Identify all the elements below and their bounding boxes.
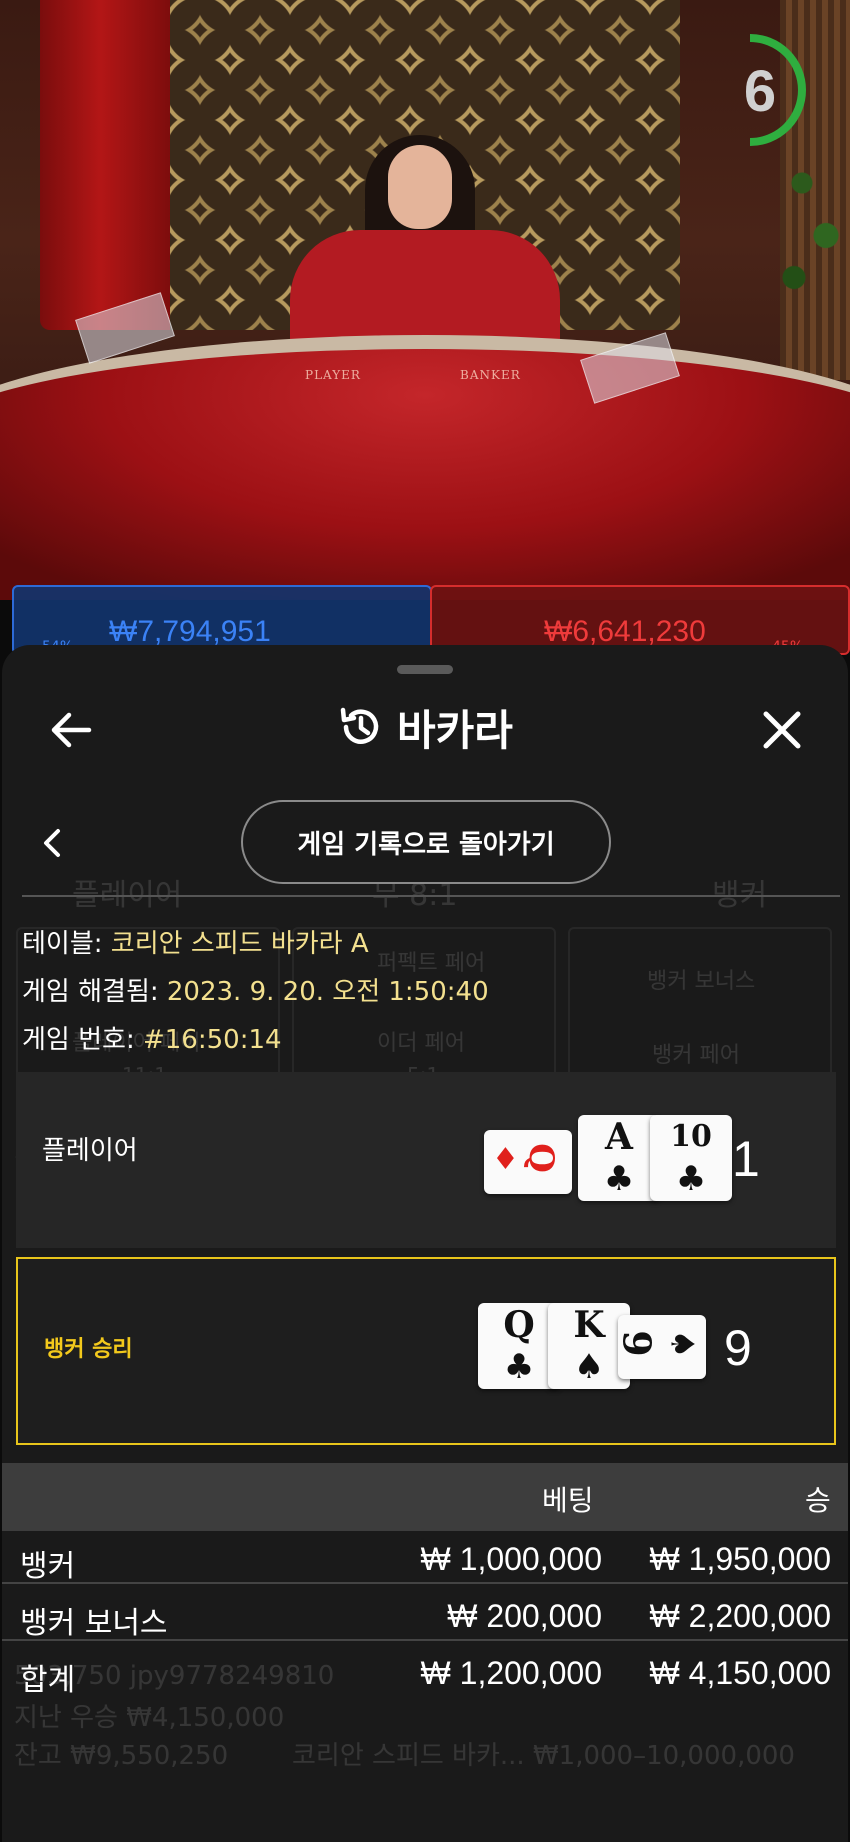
ghost-player: 플레이어 (72, 878, 183, 913)
card-rank: 9 (614, 1330, 660, 1357)
previous-chevron-button[interactable] (32, 823, 72, 863)
bet-row: 뱅커 ₩ 1,000,000 ₩ 1,950,000 (2, 1533, 848, 1589)
ghost-banker-pair: 뱅커 페어 (652, 1043, 740, 1068)
info-resolved-row: 게임 해결됨: 2023. 9. 20. 오전 1:50:40 (22, 971, 489, 1008)
player-hand-label: 플레이어 (42, 1136, 138, 1166)
card-rank: A (605, 1116, 633, 1158)
countdown-number: 6 (743, 59, 777, 124)
info-resolved-value: 2023. 9. 20. 오전 1:50:40 (166, 977, 489, 1007)
dealer-face (388, 145, 452, 229)
live-video-feed: PLAYER BANKER 6 (0, 0, 850, 600)
ghost-balance: 잔고 ₩9,550,250 (14, 1741, 229, 1771)
player-total: 1 (732, 1131, 760, 1187)
bet-row-label: 뱅커 (20, 1549, 76, 1584)
banker-win-label: 뱅커 승리 (44, 1337, 133, 1362)
banker-hand-row: 뱅커 승리 Q ♣ K ♠ 9 ♠ 9 (16, 1257, 836, 1445)
game-history-sheet: 플레이어 무 8:1 뱅커 플레이어 페어 11:1 퍼펙트 페어 이더 페어 … (2, 645, 848, 1842)
bets-table-header: 베팅 승 (2, 1463, 848, 1531)
dealer (290, 230, 560, 350)
bet-total-amount: ₩ 1,200,000 (420, 1655, 602, 1691)
close-button[interactable] (747, 695, 817, 765)
info-round-row: 게임 번호: #16:50:14 (22, 1019, 282, 1056)
card-suit: ♣ (675, 1159, 707, 1199)
divider (22, 895, 840, 897)
history-clock-icon (340, 707, 379, 744)
info-round-value: #16:50:14 (142, 1025, 282, 1055)
banker-total: 9 (724, 1320, 752, 1376)
bet-row: 뱅커 보너스 ₩ 200,000 ₩ 2,200,000 (2, 1590, 848, 1646)
card-suit: ♦ (492, 1142, 519, 1177)
table-label-player: PLAYER (305, 368, 361, 382)
chevron-left-icon (44, 829, 60, 857)
info-round-label: 게임 번호: (22, 1025, 135, 1055)
sheet-drag-handle[interactable] (397, 665, 453, 674)
sheet-header: 바카라 (2, 697, 848, 757)
ghost-box-right (568, 927, 832, 1087)
card-rank: 10 (670, 1119, 712, 1154)
baccarat-table (0, 335, 850, 600)
col-win-header: 승 (805, 1484, 831, 1517)
ghost-banker: 뱅커 (712, 878, 768, 913)
bet-total-row: 합계 ₩ 1,200,000 ₩ 4,150,000 (2, 1647, 848, 1703)
playing-card: A ♣ (578, 1115, 660, 1201)
ghost-table-limit: 코리안 스피드 바카... ₩1,000–10,000,000 (292, 1741, 795, 1771)
info-table-label: 테이블: (22, 929, 103, 959)
hanging-plant (770, 120, 850, 330)
card-rank: Q (520, 1143, 561, 1173)
playing-card: 10 ♣ (650, 1115, 732, 1201)
table-label-banker: BANKER (460, 368, 521, 382)
sheet-title: 바카라 (397, 705, 513, 755)
row-divider (2, 1582, 848, 1584)
back-to-history-button[interactable]: 게임 기록으로 돌아가기 (241, 800, 611, 884)
banker-bet-amount: ₩6,641,230 (544, 615, 706, 648)
ghost-banker-bonus: 뱅커 보너스 (647, 969, 756, 994)
bet-row-win: ₩ 1,950,000 (649, 1541, 831, 1577)
bet-row-win: ₩ 2,200,000 (649, 1598, 831, 1634)
info-table-row: 테이블: 코리안 스피드 바카라 A (22, 923, 369, 960)
player-bet-amount: ₩7,794,951 (109, 615, 271, 648)
bet-row-amount: ₩ 1,000,000 (420, 1541, 602, 1577)
ghost-either-pair: 이더 페어 (377, 1031, 465, 1056)
card-suit: ♠ (663, 1329, 702, 1359)
red-curtain (40, 0, 190, 330)
info-resolved-label: 게임 해결됨: (22, 977, 159, 1007)
info-table-value: 코리안 스피드 바카라 A (110, 929, 369, 959)
bet-row-label: 뱅커 보너스 (20, 1606, 168, 1641)
col-bet-header: 베팅 (542, 1484, 594, 1517)
bet-row-amount: ₩ 200,000 (447, 1598, 602, 1634)
playing-card: 9 ♠ (614, 1315, 706, 1379)
card-suit: ♣ (603, 1159, 635, 1199)
bet-total-label: 합계 (20, 1663, 76, 1698)
bet-total-win: ₩ 4,150,000 (649, 1655, 831, 1691)
playing-card: ♦ Q (484, 1130, 572, 1194)
player-hand-row: 플레이어 ♦ Q A ♣ 10 ♣ 1 (16, 1072, 836, 1248)
close-icon (763, 711, 801, 749)
row-divider (2, 1639, 848, 1641)
